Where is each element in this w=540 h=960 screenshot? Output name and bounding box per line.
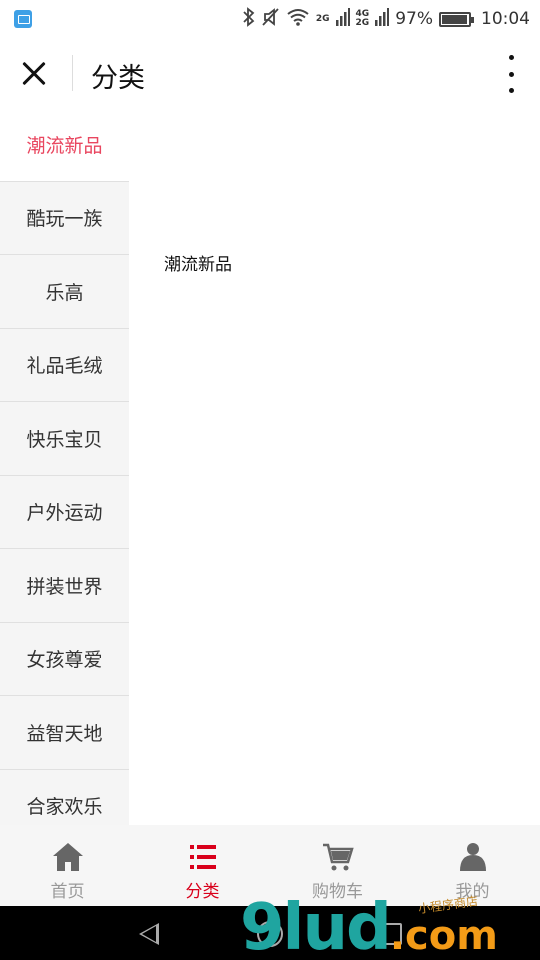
list-icon bbox=[189, 845, 216, 869]
wifi-icon bbox=[286, 8, 310, 30]
mute-icon bbox=[262, 7, 280, 31]
sidebar-item-girls[interactable]: 女孩尊爱 bbox=[0, 622, 129, 696]
sidebar-item-gifts-plush[interactable]: 礼品毛绒 bbox=[0, 328, 129, 402]
sidebar-item-educational[interactable]: 益智天地 bbox=[0, 696, 129, 770]
bluetooth-icon bbox=[242, 7, 256, 31]
close-icon[interactable] bbox=[16, 54, 56, 94]
tab-home-label: 首页 bbox=[50, 882, 85, 902]
sidebar-item-lego[interactable]: 乐高 bbox=[0, 255, 129, 329]
tab-category-label: 分类 bbox=[185, 882, 220, 902]
signal-icon-1 bbox=[335, 8, 350, 30]
cart-icon bbox=[322, 843, 354, 871]
battery-icon bbox=[439, 11, 474, 27]
signal-label-1: 2G bbox=[315, 13, 330, 24]
status-indicators: 2G 4G 2G 97% 10:04 bbox=[242, 0, 530, 38]
sidebar-item-assembly-world[interactable]: 拼装世界 bbox=[0, 549, 129, 623]
watermark-digits: 9lud bbox=[240, 891, 392, 960]
watermark-logo: 9lud .com 小程序商店 bbox=[240, 890, 498, 960]
home-icon bbox=[52, 843, 83, 871]
title-bar: 分类 bbox=[0, 38, 540, 108]
category-content: 潮流新品 bbox=[129, 108, 540, 825]
gallery-notification-icon bbox=[14, 10, 32, 28]
category-sidebar: 潮流新品 酷玩一族 乐高 礼品毛绒 快乐宝贝 户外运动 拼装世界 女孩尊爱 益智… bbox=[0, 108, 129, 825]
more-options-icon[interactable] bbox=[504, 55, 518, 93]
back-icon[interactable] bbox=[139, 923, 159, 945]
sidebar-item-outdoor-sports[interactable]: 户外运动 bbox=[0, 475, 129, 549]
status-bar: 2G 4G 2G 97% 10:04 bbox=[0, 0, 540, 38]
sidebar-item-family[interactable]: 合家欢乐 bbox=[0, 769, 129, 825]
battery-percent: 97% bbox=[395, 9, 433, 29]
signal-icon-2 bbox=[375, 8, 390, 30]
sidebar-item-happy-baby[interactable]: 快乐宝贝 bbox=[0, 402, 129, 476]
sidebar-item-cool-play[interactable]: 酷玩一族 bbox=[0, 181, 129, 255]
page-title: 分类 bbox=[91, 63, 145, 94]
user-icon bbox=[459, 843, 486, 871]
category-title: 潮流新品 bbox=[164, 255, 232, 275]
watermark-suffix: .com bbox=[389, 913, 498, 959]
app-root: 2G 4G 2G 97% 10:04 分类 潮流新品 酷玩一族 乐高 礼品毛绒 … bbox=[0, 0, 540, 960]
network-type: 4G 2G bbox=[355, 9, 370, 28]
sidebar-item-trending[interactable]: 潮流新品 bbox=[0, 108, 129, 182]
tab-home[interactable]: 首页 bbox=[0, 825, 135, 906]
title-divider bbox=[72, 55, 73, 91]
clock: 10:04 bbox=[481, 9, 530, 29]
